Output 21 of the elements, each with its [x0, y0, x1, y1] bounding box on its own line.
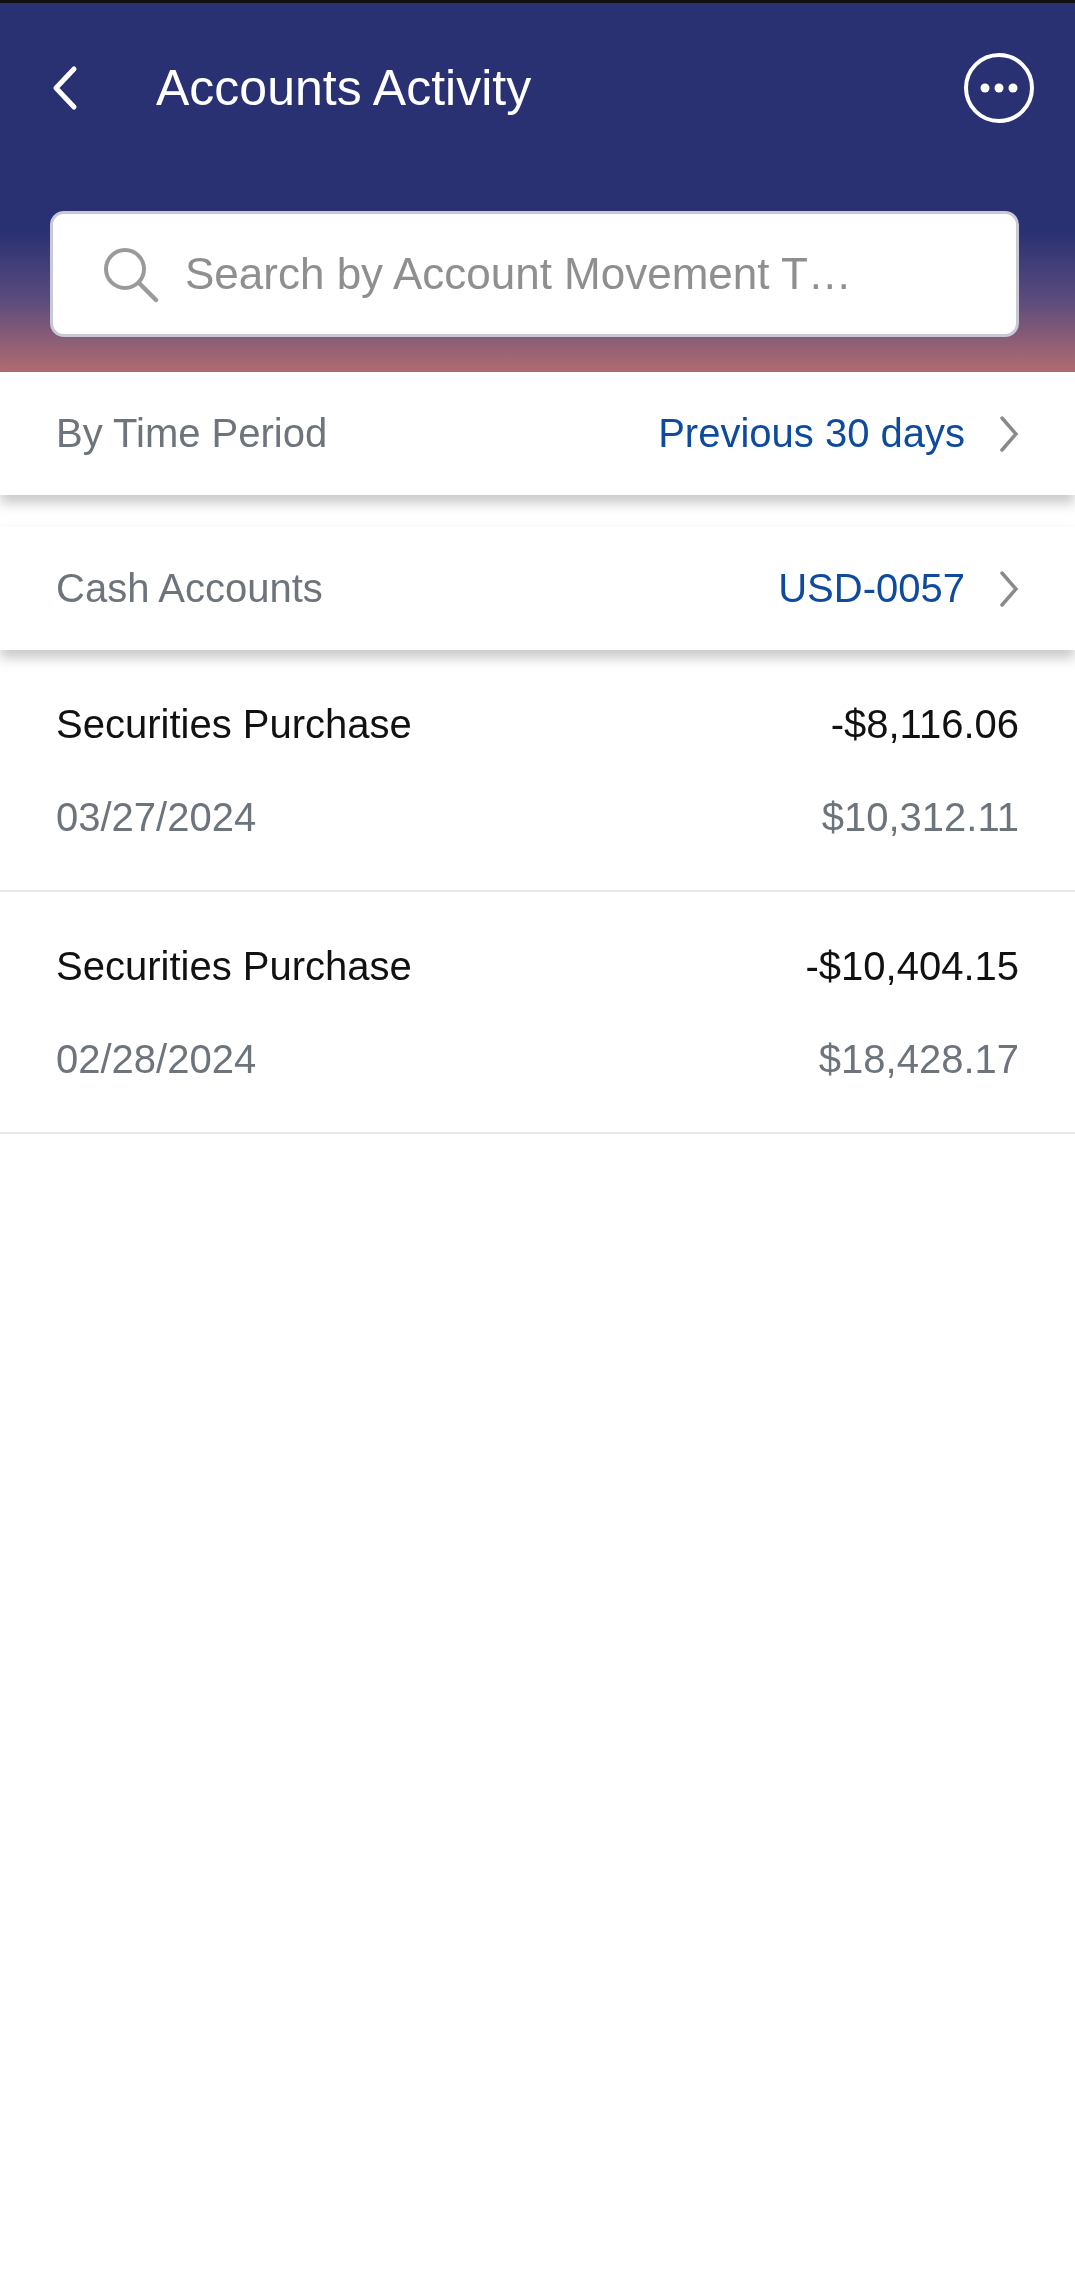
transaction-description: Securities Purchase [56, 702, 412, 747]
filter-label: By Time Period [56, 411, 329, 456]
filter-value[interactable]: USD-0057 [778, 566, 965, 611]
transaction-row[interactable]: Securities Purchase -$10,404.15 02/28/2024 $18,428.17 [0, 892, 1075, 1134]
filter-value[interactable]: Previous 30 days [658, 411, 965, 456]
chevron-icon [999, 414, 1019, 453]
balance-amount: $10,312.11 [821, 795, 1019, 840]
transaction-description: Securities Purchase [56, 944, 412, 989]
filter-row[interactable]: By Time Period Previous 30 days [0, 372, 1075, 495]
chevron-icon [999, 569, 1019, 608]
page-title: Accounts Activity [156, 59, 533, 117]
transaction-date: 03/27/2024 [56, 795, 257, 840]
balance-amount: $18,428.17 [818, 1037, 1019, 1082]
filter-row[interactable]: Cash Accounts USD-0057 [0, 527, 1075, 650]
transaction-amount: -$10,404.15 [805, 944, 1019, 989]
transaction-row[interactable]: Securities Purchase -$8,116.06 03/27/2024 $10,312.11 [0, 650, 1075, 892]
search-field[interactable]: Search by Account Movement T… [50, 211, 1019, 337]
filter-label: Cash Accounts [56, 566, 324, 611]
transaction-date: 02/28/2024 [56, 1037, 257, 1082]
more-options-button[interactable] [963, 52, 1035, 124]
transaction-amount: -$8,116.06 [830, 702, 1019, 747]
